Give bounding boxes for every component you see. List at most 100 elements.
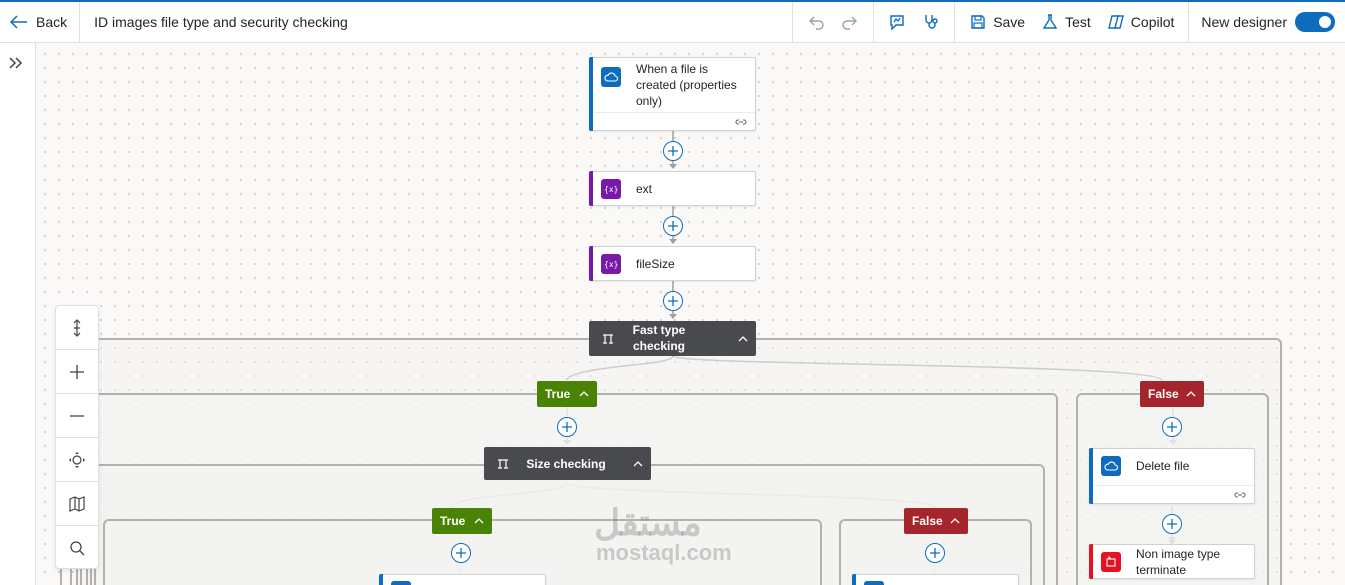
plus-icon [1167,422,1177,432]
search-icon [70,541,85,556]
fast-false-branch[interactable]: False [1140,381,1204,407]
sharepoint-cloud-icon [601,67,621,87]
zoom-out-button[interactable] [56,394,98,438]
ext-action-card[interactable]: {x} ext [589,171,756,206]
undo-button[interactable] [799,7,833,37]
plus-icon [456,548,466,558]
fit-view-button[interactable] [56,438,98,482]
fast-true-branch[interactable]: True [537,381,597,407]
nested-scope-line [80,568,82,585]
collapse-chevron-icon [950,518,960,524]
watermark-latin: mostaql.com [596,540,732,565]
size-true-action-card[interactable] [379,574,546,585]
flow-checker-button[interactable] [880,7,914,37]
svg-text:{x}: {x} [604,260,618,269]
variable-icon: {x} [601,254,621,274]
trigger-label: When a file is created (properties only) [636,62,737,108]
copilot-icon [1107,15,1124,29]
new-designer-toggle[interactable] [1295,12,1335,32]
card-accent [379,574,383,585]
size-false-branch[interactable]: False [904,508,968,534]
filesize-action-card[interactable]: {x} fileSize [589,246,756,281]
test-button[interactable]: Test [1033,7,1099,37]
checker-group [873,2,954,42]
left-rail [0,43,36,585]
card-footer [1094,485,1254,503]
diagnostics-button[interactable] [914,7,948,37]
stethoscope-icon [925,15,938,29]
link-icon [1234,492,1246,498]
delete-file-label: Delete file [1136,459,1190,473]
insert-step-button[interactable] [1162,514,1182,534]
plus-icon [562,422,572,432]
insert-step-button[interactable] [557,417,577,437]
nested-scope-lines [60,568,105,585]
zoom-in-icon [70,364,84,379]
save-button[interactable]: Save [961,7,1033,37]
watermark-arabic: مستقل [594,502,702,543]
sharepoint-cloud-icon [391,581,411,585]
collapse-chevron-icon [579,391,589,397]
flask-icon [1042,14,1058,29]
terminate-card[interactable]: Non image type terminate [1089,544,1255,579]
insert-step-button[interactable] [663,291,683,311]
variable-icon: {x} [601,179,621,199]
fast-type-label: Fast type checking [632,323,686,353]
link-icon [735,119,747,125]
copilot-button[interactable]: Copilot [1099,7,1183,37]
plus-icon [668,296,678,306]
card-accent [589,57,593,131]
actions-group: Save Test Copilot [954,2,1188,42]
zoom-in-button[interactable] [56,350,98,394]
zoom-out-icon [70,414,84,417]
trigger-card[interactable]: When a file is created (properties only) [589,57,756,131]
back-label: Back [36,14,68,30]
search-button[interactable] [56,526,98,570]
minimap-button[interactable] [56,482,98,526]
arrow-left-icon [10,15,27,29]
fast-type-condition-card[interactable]: Fast type checking [589,321,756,356]
plus-icon [668,146,678,156]
minimap-icon [69,495,85,512]
fit-vertical-button[interactable] [56,306,98,350]
nested-scope-line [90,568,92,585]
save-icon [971,15,985,29]
terminate-label: Non image type terminate [1136,547,1221,577]
insert-step-button[interactable] [1162,417,1182,437]
watermark: مستقل mostaql.com [594,505,732,565]
size-check-label: Size checking [526,457,606,471]
expand-panel-icon[interactable] [6,53,26,73]
size-check-condition-card[interactable]: Size checking [484,447,651,480]
insert-step-button[interactable] [663,141,683,161]
filesize-label: fileSize [636,257,675,271]
condition-icon [603,333,613,344]
save-label: Save [993,14,1026,30]
collapse-chevron-icon[interactable] [738,334,748,344]
collapse-chevron-icon[interactable] [633,459,643,469]
insert-step-button[interactable] [663,216,683,236]
collapse-chevron-icon [1186,391,1196,397]
true-label: True [545,387,571,401]
insert-step-button[interactable] [925,543,945,563]
card-footer [594,112,755,130]
card-accent [589,246,593,281]
back-button[interactable]: Back [0,2,81,42]
new-designer-label: New designer [1201,14,1287,30]
undo-redo-group [792,2,873,42]
fit-view-icon [69,451,85,468]
insert-step-button[interactable] [451,543,471,563]
nested-scope-line [70,568,72,585]
size-false-action-card[interactable] [852,574,1019,585]
top-toolbar: Back ID images file type and security ch… [0,0,1345,43]
collapse-chevron-icon [474,518,484,524]
false-label: False [1148,387,1179,401]
plus-icon [1167,519,1177,529]
new-designer-group: New designer [1188,2,1345,42]
svg-text:{x}: {x} [604,185,618,194]
true-label: True [440,514,466,528]
delete-file-card[interactable]: Delete file [1089,448,1255,504]
plus-icon [668,221,678,231]
redo-button[interactable] [833,7,867,37]
size-true-branch[interactable]: True [432,508,492,534]
sharepoint-cloud-icon [1101,456,1121,476]
